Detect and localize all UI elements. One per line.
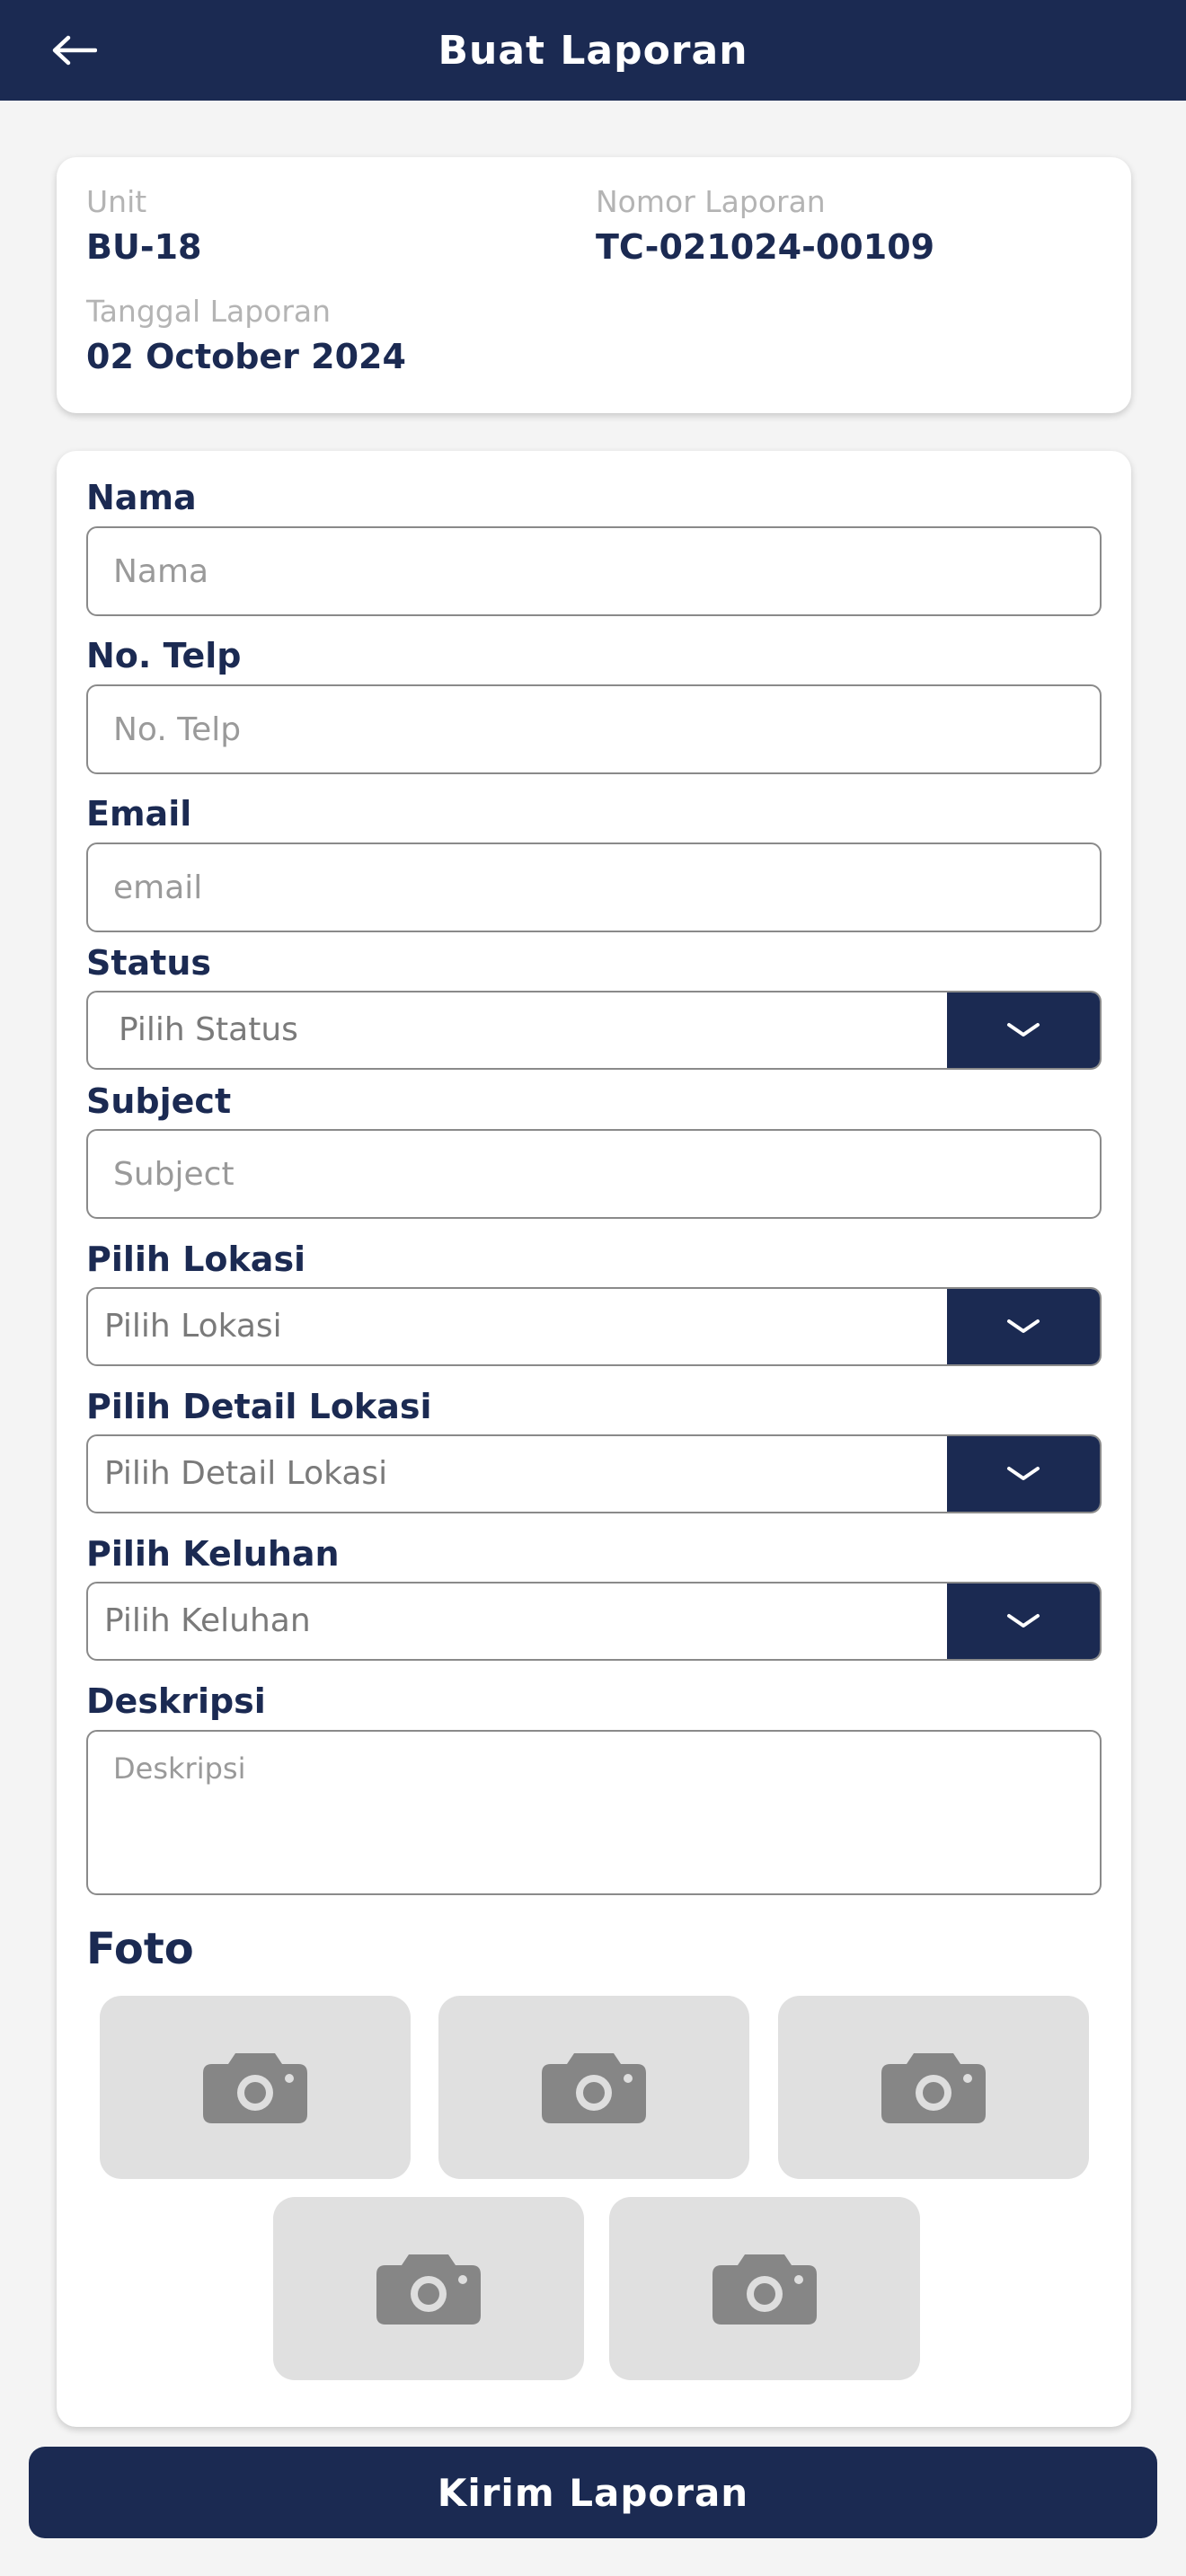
camera-icon: [712, 2254, 817, 2325]
arrow-left-icon: [52, 35, 97, 66]
camera-icon: [203, 2053, 307, 2123]
keluhan-label: Pilih Keluhan: [86, 1534, 340, 1574]
photo-slot-5[interactable]: [609, 2197, 920, 2380]
page-title: Buat Laporan: [438, 27, 748, 74]
report-number-value: TC-021024-00109: [596, 227, 935, 267]
unit-value: BU-18: [86, 227, 202, 267]
photo-slot-4[interactable]: [273, 2197, 584, 2380]
lokasi-dropdown-button[interactable]: [947, 1289, 1100, 1364]
subject-input[interactable]: [86, 1129, 1102, 1219]
lokasi-select-value: Pilih Lokasi: [104, 1308, 282, 1345]
chevron-down-icon: [1007, 1023, 1040, 1037]
lokasi-select[interactable]: Pilih Lokasi: [86, 1287, 1102, 1366]
report-info-card: Unit BU-18 Nomor Laporan TC-021024-00109…: [57, 157, 1131, 413]
chevron-down-icon: [1007, 1467, 1040, 1480]
status-label: Status: [86, 943, 212, 983]
keluhan-dropdown-button[interactable]: [947, 1584, 1100, 1659]
detail-lokasi-dropdown-button[interactable]: [947, 1436, 1100, 1512]
nama-input[interactable]: [86, 526, 1102, 616]
report-date-label: Tanggal Laporan: [86, 294, 332, 329]
camera-icon: [542, 2053, 646, 2123]
photo-slot-3[interactable]: [778, 1996, 1089, 2179]
chevron-down-icon: [1007, 1614, 1040, 1628]
foto-title: Foto: [86, 1924, 194, 1974]
back-button[interactable]: [47, 25, 101, 75]
detail-lokasi-label: Pilih Detail Lokasi: [86, 1387, 432, 1426]
chevron-down-icon: [1007, 1319, 1040, 1333]
camera-icon: [881, 2053, 986, 2123]
status-select-value: Pilih Status: [119, 1011, 298, 1048]
lokasi-label: Pilih Lokasi: [86, 1239, 306, 1279]
app-bar: Buat Laporan: [0, 0, 1186, 101]
report-date-value: 02 October 2024: [86, 337, 406, 376]
report-number-label: Nomor Laporan: [596, 184, 826, 219]
detail-lokasi-select[interactable]: Pilih Detail Lokasi: [86, 1434, 1102, 1513]
photo-slot-2[interactable]: [438, 1996, 749, 2179]
deskripsi-label: Deskripsi: [86, 1681, 266, 1721]
email-label: Email: [86, 794, 192, 834]
photo-slot-1[interactable]: [100, 1996, 411, 2179]
keluhan-select[interactable]: Pilih Keluhan: [86, 1582, 1102, 1661]
detail-lokasi-select-value: Pilih Detail Lokasi: [104, 1455, 388, 1492]
camera-icon: [376, 2254, 481, 2325]
status-select[interactable]: Pilih Status: [86, 991, 1102, 1070]
email-input[interactable]: [86, 842, 1102, 932]
submit-report-button[interactable]: Kirim Laporan: [29, 2447, 1157, 2538]
telp-label: No. Telp: [86, 636, 242, 675]
unit-label: Unit: [86, 184, 147, 219]
deskripsi-textarea[interactable]: [86, 1730, 1102, 1895]
phone-input[interactable]: [86, 684, 1102, 774]
subject-label: Subject: [86, 1081, 232, 1121]
status-dropdown-button[interactable]: [947, 992, 1100, 1068]
keluhan-select-value: Pilih Keluhan: [104, 1602, 311, 1639]
nama-label: Nama: [86, 478, 197, 517]
